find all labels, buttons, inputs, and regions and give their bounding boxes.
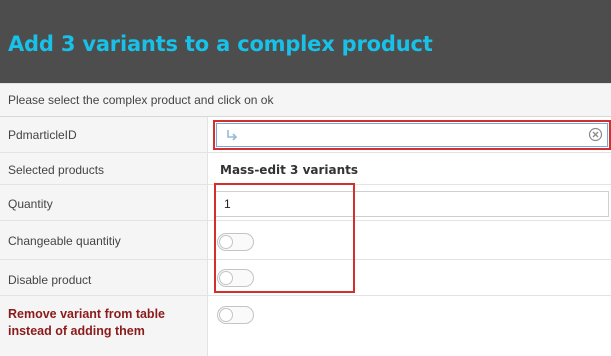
pdmarticle-label: PdmarticleID xyxy=(8,128,77,142)
quantity-row: Quantity 1 xyxy=(0,185,611,221)
remove-variant-row: Remove variant from table instead of add… xyxy=(0,296,611,356)
quantity-value: 1 xyxy=(224,197,231,211)
disable-product-toggle[interactable] xyxy=(217,269,254,287)
dialog-header: Add 3 variants to a complex product xyxy=(0,0,611,84)
toggle-knob xyxy=(219,271,233,285)
instruction-text: Please select the complex product and cl… xyxy=(8,93,274,107)
changeable-quantity-toggle[interactable] xyxy=(217,233,254,251)
remove-variant-toggle[interactable] xyxy=(217,306,254,324)
quantity-input[interactable]: 1 xyxy=(215,191,609,217)
remove-variant-label: Remove variant from table instead of add… xyxy=(8,307,165,338)
pdmarticle-row: PdmarticleID xyxy=(0,117,611,153)
disable-product-row: Disable product xyxy=(0,260,611,296)
selected-products-value: Mass-edit 3 variants xyxy=(220,163,359,177)
dialog-title: Add 3 variants to a complex product xyxy=(8,32,433,56)
pdmarticle-lookup-field[interactable] xyxy=(213,120,611,150)
clear-circle-icon[interactable] xyxy=(588,127,603,142)
quantity-label: Quantity xyxy=(8,197,53,211)
arrow-return-icon xyxy=(227,130,238,141)
disable-product-label: Disable product xyxy=(8,273,92,287)
changeable-quantity-label: Changeable quantitiy xyxy=(8,234,121,248)
selected-products-row: Selected products Mass-edit 3 variants xyxy=(0,153,611,185)
toggle-knob xyxy=(219,308,233,322)
instruction-bar: Please select the complex product and cl… xyxy=(0,83,611,117)
selected-products-label: Selected products xyxy=(8,163,105,177)
changeable-quantity-row: Changeable quantitiy xyxy=(0,221,611,260)
add-variants-dialog: Add 3 variants to a complex product Plea… xyxy=(0,0,611,356)
toggle-knob xyxy=(219,235,233,249)
